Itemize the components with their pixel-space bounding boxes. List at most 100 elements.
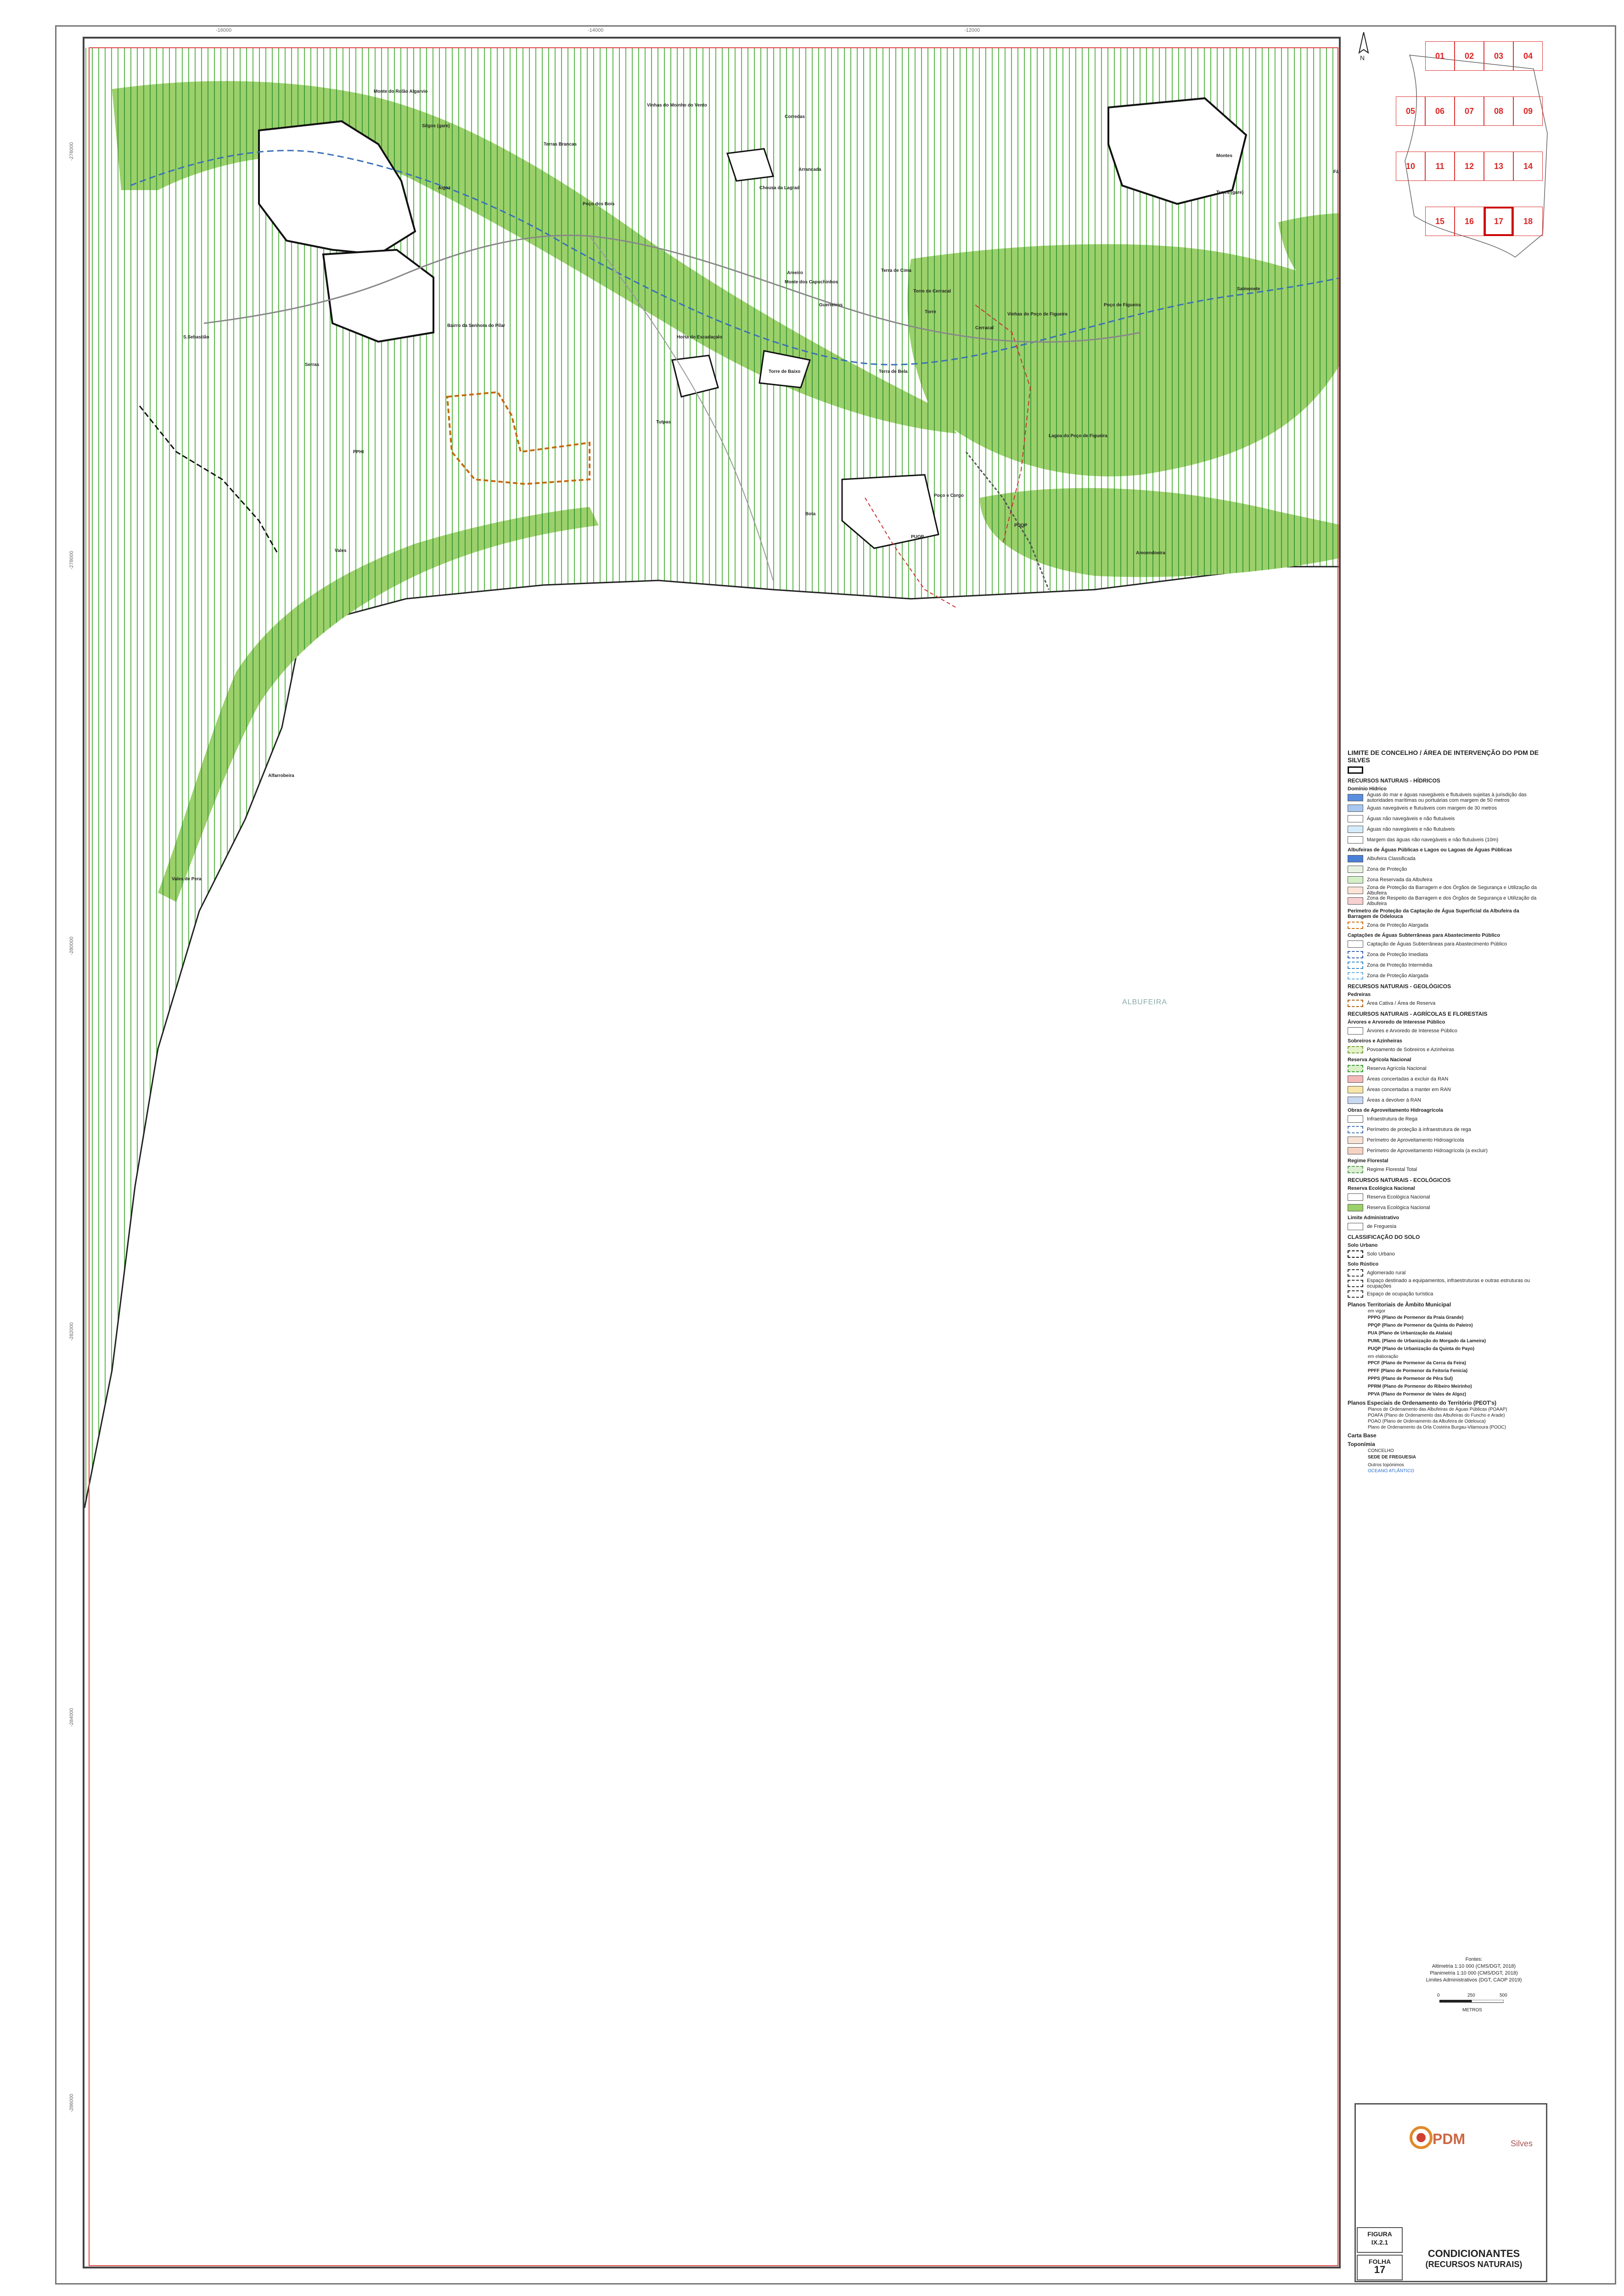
legend-swatch — [1348, 1290, 1363, 1298]
grid-tick: -284000 — [69, 1708, 74, 1727]
legend-label: Águas não navegáveis e não flutuáveis — [1367, 816, 1455, 822]
legend-item: Zona de Proteção Imediata — [1348, 950, 1540, 960]
grid-tick: -12000 — [964, 28, 980, 33]
sheet-index-cell[interactable]: 04 — [1513, 41, 1543, 71]
legend-title: LIMITE DE CONCELHO / ÁREA DE INTERVENÇÃO… — [1348, 749, 1539, 764]
plan-in-force: PUML (Plano de Urbanização do Morgado da… — [1368, 1339, 1486, 1344]
legend-swatch — [1348, 951, 1363, 958]
legend-item: Zona de Proteção — [1348, 864, 1540, 874]
legend-section-heading: RECURSOS NATURAIS - HÍDRICOS — [1348, 777, 1440, 784]
legend: LIMITE DE CONCELHO / ÁREA DE INTERVENÇÃO… — [1348, 746, 1540, 1474]
sheet-index-cell[interactable]: 11 — [1425, 152, 1455, 181]
legend-swatch — [1348, 1280, 1363, 1287]
legend-label: Aglomerado rural — [1367, 1270, 1406, 1276]
legend-section-heading: CLASSIFICAÇÃO DO SOLO — [1348, 1234, 1420, 1240]
legend-swatch — [1348, 1065, 1363, 1072]
place-label: Torre — [925, 310, 936, 315]
main-title: CONDICIONANTES (RECURSOS NATURAIS) — [1414, 2248, 1534, 2269]
legend-item: Perímetro de proteção à infraestrutura d… — [1348, 1125, 1540, 1135]
map-frame: ALBUFEIRA Monte do Rolão Algarvio Silgos … — [83, 37, 1341, 2268]
legend-item: Zona de Respeito da Barragem e dos Órgão… — [1348, 895, 1540, 906]
sheet-index-cell[interactable]: 13 — [1484, 152, 1513, 181]
legend-swatch — [1348, 1046, 1363, 1053]
grid-tick: -14000 — [588, 28, 604, 33]
legend-item: Águas navegáveis e flutuáveis com margem… — [1348, 803, 1540, 813]
place-label: Lagoa do Poço de Figueira — [1049, 433, 1107, 439]
legend-label: Regime Florestal Total — [1367, 1167, 1417, 1172]
legend-label: Perímetro de proteção à infraestrutura d… — [1367, 1127, 1471, 1132]
north-label: N — [1360, 54, 1365, 62]
sheet-index-cell[interactable]: 12 — [1455, 152, 1484, 181]
plan-in-force: PUQP (Plano de Urbanização da Quinta do … — [1368, 1346, 1475, 1351]
legend-item: de Freguesia — [1348, 1221, 1540, 1232]
sheet-index-cell[interactable]: 16 — [1455, 207, 1484, 236]
sheet-index-cell[interactable]: 01 — [1425, 41, 1455, 71]
place-label: Alfarrobeira — [268, 773, 294, 778]
place-label: Vales — [335, 548, 347, 553]
sheet-index: 01 02 03 04 05 06 07 08 09 10 11 12 13 14 15 16 17 18 — [1396, 41, 1550, 263]
sheet-index-cell[interactable]: 15 — [1425, 207, 1455, 236]
plans-in-progress-label: em elaboração — [1368, 1354, 1399, 1359]
sheet-index-cell[interactable]: 07 — [1455, 96, 1484, 126]
peot-item: Plano de Ordenamento da Orla Costeira Bu… — [1368, 1425, 1506, 1430]
scale-label: 500 — [1500, 1993, 1507, 1998]
legend-label: Perímetro de Aproveitamento Hidroagrícol… — [1367, 1148, 1488, 1154]
legend-item: Área Cativa / Área de Reserva — [1348, 998, 1540, 1008]
plan-in-progress: PPCF (Plano de Pormenor da Cerca da Feir… — [1368, 1361, 1466, 1366]
plan-in-progress: PPPS (Plano de Pormenor de Pêra Sul) — [1368, 1376, 1453, 1381]
legend-swatch — [1348, 962, 1363, 969]
sheet-index-cell[interactable]: 14 — [1513, 152, 1543, 181]
legend-swatch — [1348, 805, 1363, 812]
legend-item: Povoamento de Sobreiros e Azinheiras — [1348, 1045, 1540, 1055]
legend-swatch — [1348, 972, 1363, 979]
peot-item: POAFA (Plano de Ordenamento das Albufeir… — [1368, 1413, 1505, 1418]
place-label: Salmonete — [1237, 287, 1260, 292]
legend-swatch — [1348, 922, 1363, 929]
figure-label: FIGURA — [1367, 2230, 1392, 2238]
legend-swatch — [1348, 1097, 1363, 1104]
legend-label: Captação de Águas Subterrâneas para Abas… — [1367, 941, 1507, 947]
sheet-index-cell[interactable]: 05 — [1396, 96, 1425, 126]
plan-in-force: PPPG (Plano de Pormenor da Praia Grande) — [1368, 1315, 1464, 1320]
place-label: Corredas — [785, 114, 805, 119]
legend-item: Áreas concertadas a manter em RAN — [1348, 1085, 1540, 1095]
place-label: Vinhas do Moinho do Vento — [647, 103, 707, 108]
legend-label: Povoamento de Sobreiros e Azinheiras — [1367, 1047, 1455, 1052]
legend-swatch — [1348, 1086, 1363, 1093]
legend-subheading: Sobreiros e Azinheiras — [1348, 1038, 1402, 1044]
legend-label: Infraestrutura de Rega — [1367, 1116, 1418, 1122]
sheet-box: FOLHA 17 — [1357, 2255, 1403, 2280]
plan-in-force: PUA (Plano de Urbanização da Atalaia) — [1368, 1331, 1452, 1336]
legend-label: Águas do mar e águas navegáveis e flutuá… — [1367, 792, 1527, 803]
legend-subheading: Pedreiras — [1348, 992, 1371, 997]
legend-subheading: Albufeiras de Águas Públicas e Lagos ou … — [1348, 847, 1512, 853]
legend-swatch — [1348, 1075, 1363, 1083]
legend-swatch — [1348, 940, 1363, 948]
place-label: Poço e Corgo — [934, 493, 964, 498]
concelho-swatch — [1348, 766, 1363, 774]
sources-line: Altimetria 1:10 000 (CMS/DGT, 2018) — [1432, 1964, 1516, 1969]
sheet-index-cell[interactable]: 08 — [1484, 96, 1513, 126]
sheet-index-cell[interactable]: 09 — [1513, 96, 1543, 126]
sheet-index-cell[interactable]: 02 — [1455, 41, 1484, 71]
legend-label: Zona de Proteção Imediata — [1367, 952, 1428, 957]
sheet-index-cell[interactable]: 18 — [1513, 207, 1543, 236]
sheet-index-cell[interactable]: 03 — [1484, 41, 1513, 71]
legend-swatch — [1348, 1137, 1363, 1144]
legend-swatch — [1348, 1115, 1363, 1123]
place-label: Silgos (gare) — [422, 124, 450, 129]
figure-value: IX.2.1 — [1371, 2239, 1388, 2246]
legend-subheading: Solo Urbano — [1348, 1243, 1378, 1248]
legend-swatch — [1348, 1250, 1363, 1258]
legend-item: Margem das águas não navegáveis e não fl… — [1348, 835, 1540, 845]
sheet-index-cell[interactable]: 06 — [1425, 96, 1455, 126]
place-label: Montes — [1216, 153, 1232, 158]
sheet-index-cell[interactable]: 10 — [1396, 152, 1425, 181]
grid-tick: -280000 — [69, 936, 74, 955]
toponimia-heading: Toponímia — [1348, 1441, 1375, 1447]
grid-tick: -276000 — [69, 142, 74, 161]
legend-swatch — [1348, 866, 1363, 873]
sheet-index-cell[interactable]: 17 — [1484, 207, 1513, 236]
legend-item: Zona de Proteção Intermédia — [1348, 960, 1540, 970]
place-label: Terras Brancas — [544, 142, 577, 147]
